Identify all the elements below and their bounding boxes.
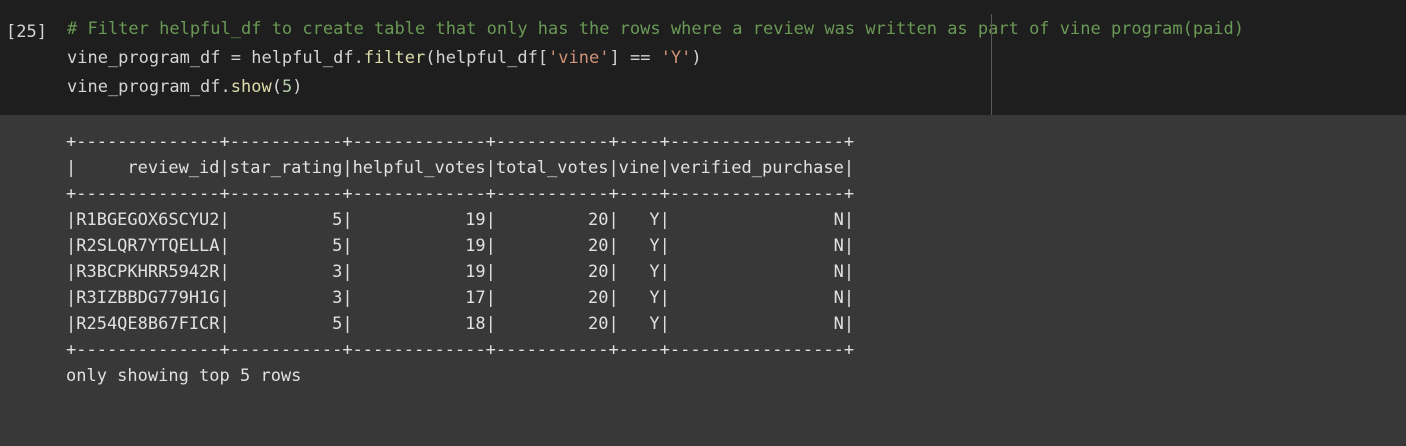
output-line: | review_id|star_rating|helpful_votes|to… xyxy=(66,158,855,178)
code-editor[interactable]: # Filter helpful_df to create table that… xyxy=(67,15,1244,102)
output-line: |R254QE8B67FICR| 5| 18| 20| Y| N| xyxy=(66,314,855,334)
output-line: |R1BGEGOX6SCYU2| 5| 19| 20| Y| N| xyxy=(66,210,855,230)
output-line: +--------------+-----------+------------… xyxy=(66,132,855,152)
code-token: 'vine' xyxy=(548,48,610,68)
code-token: # Filter helpful_df to create table that… xyxy=(67,19,1245,39)
code-token: ( xyxy=(271,77,282,97)
code-token: 'Y' xyxy=(660,48,692,68)
code-token: ) xyxy=(691,48,702,68)
code-line: # Filter helpful_df to create table that… xyxy=(67,15,1244,44)
dataframe-show-output: +--------------+-----------+------------… xyxy=(66,129,854,389)
text-cursor xyxy=(991,14,992,115)
output-line: |R3IZBBDG779H1G| 3| 17| 20| Y| N| xyxy=(66,288,855,308)
code-token: filter xyxy=(363,48,426,68)
code-cell-output: +--------------+-----------+------------… xyxy=(0,115,1406,446)
output-line: only showing top 5 rows xyxy=(66,366,302,386)
output-line: +--------------+-----------+------------… xyxy=(66,340,855,360)
code-token: vine_program_df. xyxy=(67,77,231,97)
code-cell-input[interactable]: [25] # Filter helpful_df to create table… xyxy=(0,0,1406,115)
output-line: |R2SLQR7YTQELLA| 5| 19| 20| Y| N| xyxy=(66,236,855,256)
output-line: +--------------+-----------+------------… xyxy=(66,184,855,204)
code-token: ) xyxy=(292,77,303,97)
code-token: vine_program_df = helpful_df. xyxy=(67,48,364,68)
output-line: |R3BCPKHRR5942R| 3| 19| 20| Y| N| xyxy=(66,262,855,282)
code-token: ] == xyxy=(609,48,661,68)
execution-count: [25] xyxy=(6,22,47,42)
code-token: 5 xyxy=(281,77,293,97)
code-line: vine_program_df.show(5) xyxy=(67,73,1244,102)
code-token: (helpful_df[ xyxy=(425,48,549,68)
code-line: vine_program_df = helpful_df.filter(help… xyxy=(67,44,1244,73)
code-token: show xyxy=(230,77,272,97)
